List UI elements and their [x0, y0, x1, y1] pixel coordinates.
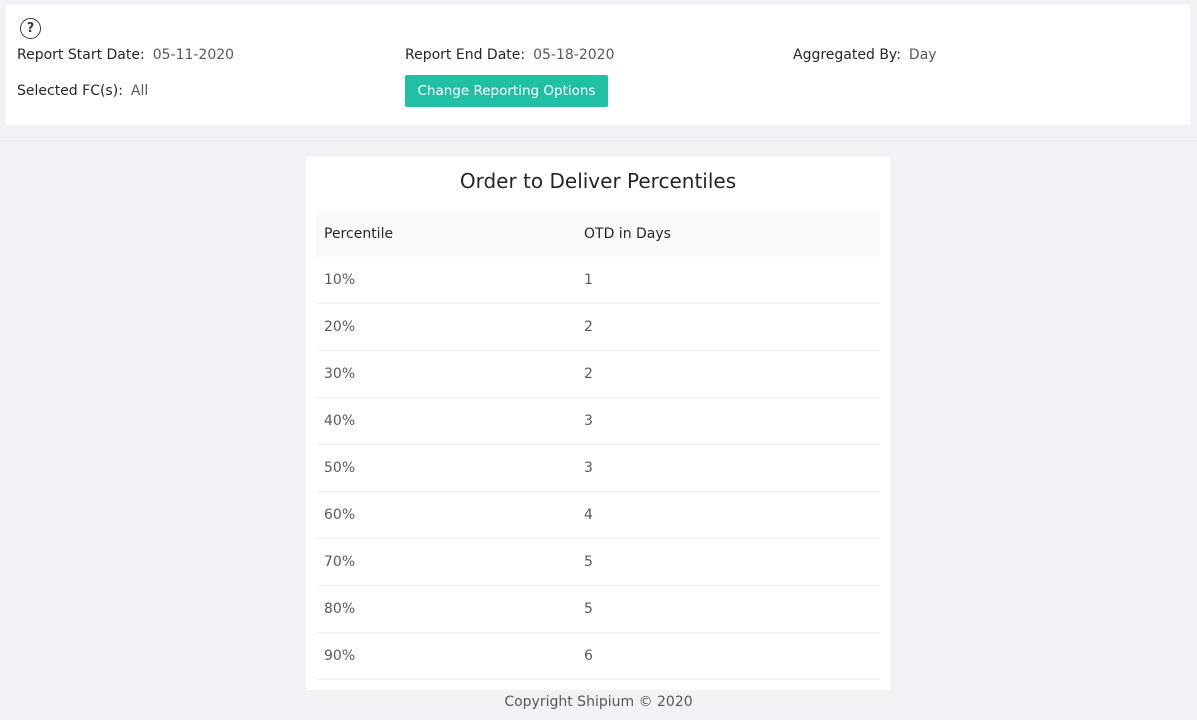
column-header-percentile: Percentile: [324, 225, 394, 242]
otd-days-cell: 3: [584, 460, 593, 476]
table-row: 90% 6: [316, 633, 880, 680]
aggregated-by-label: Aggregated By:: [793, 47, 901, 63]
otd-days-cell: 4: [584, 507, 593, 523]
start-date-value: 05-11-2020: [152, 47, 235, 63]
end-date-value: 05-18-2020: [533, 47, 615, 63]
table-row: 20% 2: [316, 304, 880, 351]
report-options-panel: ? Report Start Date: 05-11-2020 Report E…: [6, 5, 1190, 125]
percentile-cell: 50%: [324, 460, 356, 476]
copyright-footer: Copyright Shipium © 2020: [504, 694, 693, 710]
selected-fcs-label: Selected FC(s):: [17, 83, 123, 99]
table-row: 80% 5: [316, 586, 880, 633]
percentile-cell: 70%: [324, 554, 356, 570]
report-end-date: Report End Date: 05-18-2020: [405, 45, 614, 65]
percentile-cell: 80%: [324, 601, 356, 617]
table-title: Order to Deliver Percentiles: [459, 169, 737, 193]
change-reporting-options-button[interactable]: Change Reporting Options: [405, 75, 608, 107]
percentiles-card: Order to Deliver Percentiles Percentile …: [306, 157, 890, 690]
column-header-otd-days: OTD in Days: [584, 225, 671, 242]
otd-days-cell: 1: [584, 272, 593, 288]
otd-days-cell: 5: [584, 601, 593, 617]
percentile-cell: 90%: [324, 648, 356, 664]
aggregated-by-value: Day: [908, 47, 937, 63]
otd-days-cell: 2: [584, 319, 593, 335]
percentile-cell: 30%: [324, 366, 356, 382]
otd-days-cell: 6: [584, 648, 593, 664]
table-header: Percentile OTD in Days: [316, 210, 880, 257]
percentile-cell: 60%: [324, 507, 356, 523]
otd-days-cell: 5: [584, 554, 593, 570]
report-start-date: Report Start Date: 05-11-2020: [17, 45, 234, 65]
table-row: 10% 1: [316, 257, 880, 304]
percentiles-table: Percentile OTD in Days 10% 1 20% 2 30% 2…: [316, 210, 880, 680]
table-row: 30% 2: [316, 351, 880, 398]
table-row: 50% 3: [316, 445, 880, 492]
section-divider: [0, 140, 1197, 141]
start-date-label: Report Start Date:: [17, 47, 145, 63]
table-row: 40% 3: [316, 398, 880, 445]
question-circle-icon[interactable]: ?: [20, 18, 41, 39]
percentile-cell: 10%: [324, 272, 356, 288]
otd-days-cell: 2: [584, 366, 593, 382]
aggregated-by: Aggregated By: Day: [793, 45, 937, 65]
percentile-cell: 40%: [324, 413, 356, 429]
selected-fcs: Selected FC(s): All: [17, 81, 148, 101]
table-row: 70% 5: [316, 539, 880, 586]
percentile-cell: 20%: [324, 319, 356, 335]
table-row: 60% 4: [316, 492, 880, 539]
selected-fcs-value: All: [130, 83, 149, 99]
end-date-label: Report End Date:: [405, 47, 526, 63]
otd-days-cell: 3: [584, 413, 593, 429]
